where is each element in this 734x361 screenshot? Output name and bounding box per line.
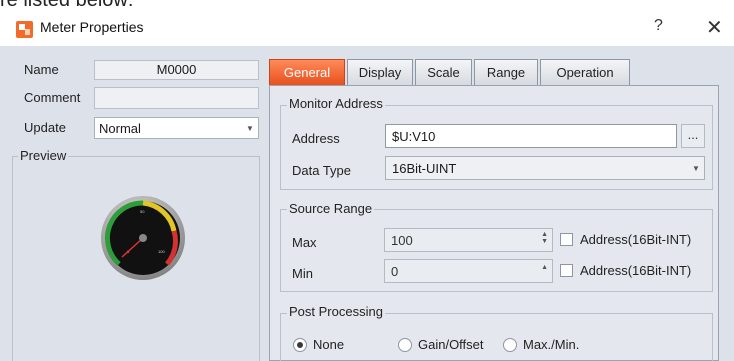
min-address-checkbox-label: Address(16Bit-INT) — [580, 263, 692, 278]
data-type-select[interactable]: 16Bit-UINT ▼ — [385, 156, 705, 180]
address-input[interactable]: $U:V10 — [385, 124, 677, 148]
close-button[interactable]: ✕ — [706, 15, 723, 40]
source-range-legend: Source Range — [287, 201, 375, 216]
preview-legend: Preview — [18, 148, 69, 163]
window-title: Meter Properties — [40, 19, 144, 35]
radio-gain-offset-label: Gain/Offset — [418, 337, 484, 352]
update-select[interactable]: Normal ▼ — [94, 117, 259, 139]
radio-none[interactable] — [293, 338, 307, 352]
post-processing-group — [280, 313, 713, 361]
min-address-checkbox[interactable] — [560, 264, 573, 277]
max-spinbox[interactable]: 100 ▲ ▼ — [384, 228, 553, 252]
min-label: Min — [292, 266, 313, 281]
address-label: Address — [292, 131, 340, 146]
radio-max-min-label: Max./Min. — [523, 337, 580, 352]
spin-arrows-icon[interactable]: ▲ ▼ — [541, 231, 548, 245]
comment-field[interactable] — [94, 87, 259, 109]
spin-up-icon[interactable]: ▲ — [541, 264, 548, 271]
chevron-down-icon: ▼ — [692, 163, 700, 173]
chevron-down-icon: ▼ — [246, 123, 254, 133]
min-spinbox[interactable]: 0 ▲ — [384, 259, 553, 283]
name-field[interactable]: M0000 — [94, 60, 259, 80]
data-type-value: 16Bit-UINT — [392, 161, 457, 176]
data-type-label: Data Type — [292, 163, 352, 178]
address-browse-button[interactable]: ... — [681, 124, 705, 148]
min-value: 0 — [391, 264, 399, 279]
max-label: Max — [292, 235, 317, 250]
svg-text:100: 100 — [158, 249, 165, 254]
svg-text:50: 50 — [140, 209, 145, 214]
app-icon — [16, 21, 33, 38]
update-label: Update — [24, 120, 66, 135]
post-processing-legend: Post Processing — [287, 304, 385, 319]
max-address-checkbox[interactable] — [560, 233, 573, 246]
update-select-value: Normal — [99, 121, 141, 136]
partial-document-text: re listed below: — [0, 0, 734, 10]
address-value: $U:V10 — [392, 129, 436, 144]
tab-range[interactable]: Range — [474, 59, 538, 85]
tab-scale[interactable]: Scale — [415, 59, 472, 85]
help-button[interactable]: ? — [654, 17, 663, 35]
tab-display[interactable]: Display — [347, 59, 413, 85]
radio-gain-offset[interactable] — [398, 338, 412, 352]
gauge-preview-icon: 0 50 100 — [101, 196, 185, 280]
max-address-checkbox-label: Address(16Bit-INT) — [580, 232, 692, 247]
tab-operation[interactable]: Operation — [540, 59, 630, 85]
radio-max-min[interactable] — [503, 338, 517, 352]
name-label: Name — [24, 62, 59, 77]
comment-label: Comment — [24, 90, 81, 105]
monitor-address-legend: Monitor Address — [287, 96, 385, 111]
max-value: 100 — [391, 233, 413, 248]
radio-none-label: None — [313, 337, 345, 352]
tab-general[interactable]: General — [269, 59, 345, 85]
